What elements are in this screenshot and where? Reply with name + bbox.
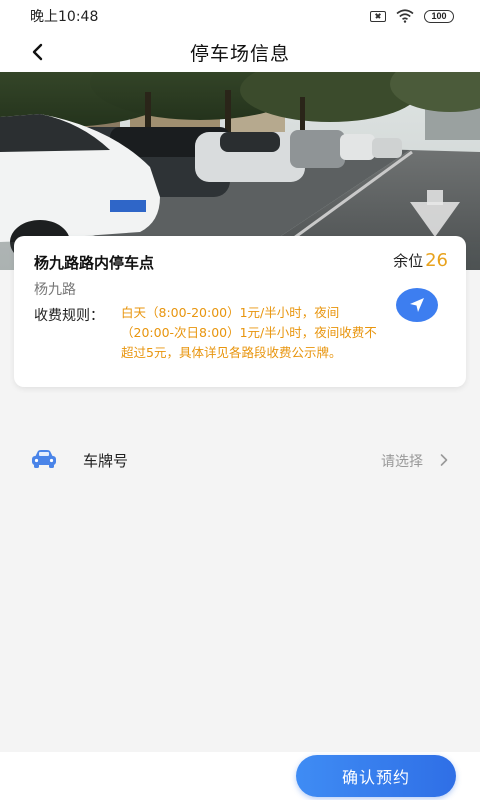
fee-rule-label: 收费规则： — [34, 308, 104, 324]
fee-rule-text: 白天（8:00-20:00）1元/半小时，夜间（20:00-次日8:00）1元/… — [121, 305, 377, 360]
navigation-arrow-icon — [410, 298, 424, 312]
license-plate-select[interactable]: 请选择 — [381, 451, 423, 471]
status-bar: 晚上10:48 100 — [0, 0, 480, 32]
car-icon — [32, 450, 56, 468]
status-icons: 100 — [370, 9, 454, 23]
confirm-reservation-button[interactable]: 确认预约 — [296, 755, 456, 797]
no-sim-icon — [370, 10, 386, 22]
battery-icon: 100 — [424, 9, 454, 23]
license-plate-label: 车牌号 — [83, 452, 129, 470]
navigate-button[interactable] — [396, 288, 438, 322]
parking-lot-address: 杨九路 — [34, 282, 76, 298]
parking-lot-name: 杨九路路内停车点 — [34, 254, 155, 272]
parking-info-card: 杨九路路内停车点 余位 26 杨九路 收费规则： 白天（8:00-20:00）1… — [14, 236, 466, 387]
back-button[interactable] — [22, 36, 54, 68]
available-spaces-label: 余位 — [393, 252, 424, 270]
chevron-right-icon — [440, 454, 448, 466]
page-title: 停车场信息 — [189, 42, 290, 65]
status-time: 晚上10:48 — [30, 9, 99, 25]
available-spaces-count: 26 — [425, 250, 448, 271]
wifi-icon — [396, 9, 414, 23]
available-spaces: 余位 26 — [393, 250, 448, 271]
header: 停车场信息 — [0, 32, 480, 72]
chevron-left-icon — [32, 43, 43, 61]
license-plate-row[interactable]: 车牌号 请选择 — [0, 434, 480, 484]
